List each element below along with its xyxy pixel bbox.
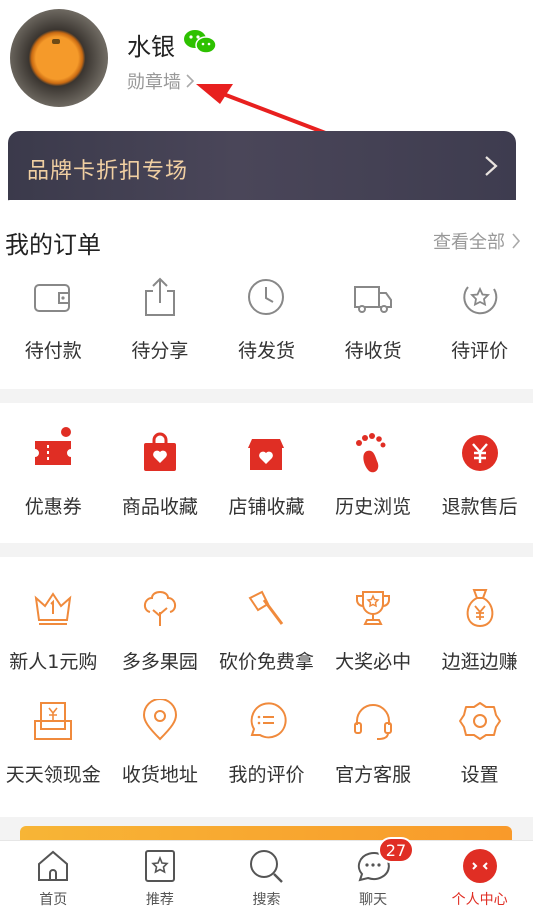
share-icon <box>144 277 175 316</box>
service-customer-support[interactable]: 官方客服 <box>320 699 427 787</box>
clock-icon <box>248 279 285 315</box>
service-label: 砍价免费拿 <box>218 651 314 673</box>
truck-icon <box>354 286 393 313</box>
service-label: 官方客服 <box>335 764 412 786</box>
tab-search[interactable]: 搜索 <box>213 841 320 910</box>
tab-recommend[interactable]: 推荐 <box>107 841 214 910</box>
shortcut-label: 店铺收藏 <box>228 496 305 518</box>
footprint-icon <box>356 433 386 473</box>
profile-icon <box>462 849 497 883</box>
order-pending-receipt[interactable]: 待收货 <box>320 275 427 363</box>
promo-banner[interactable] <box>20 826 512 840</box>
unread-count-badge: 27 <box>377 837 415 863</box>
gear-icon <box>458 702 501 740</box>
search-icon <box>250 850 284 883</box>
divider <box>0 389 533 403</box>
view-all-label: 查看全部 <box>433 232 505 253</box>
chevron-right-icon <box>485 156 498 176</box>
service-orchard[interactable]: 多多果园 <box>107 586 214 674</box>
orders-section: 我的订单 查看全部 待付款 待分享 待发货 待收货 待评价 <box>0 200 533 388</box>
service-label: 边逛边赚 <box>441 651 518 673</box>
avatar[interactable] <box>10 9 108 107</box>
tab-label: 个人中心 <box>451 892 508 908</box>
shortcuts-section: 优惠券 商品收藏 店铺收藏 历史浏览 退款售后 <box>0 403 533 543</box>
tab-profile[interactable]: 个人中心 <box>426 841 533 910</box>
service-newcomer[interactable]: 新人1元购 <box>0 586 107 674</box>
service-label: 天天领现金 <box>5 764 101 786</box>
order-label: 待收货 <box>344 340 402 362</box>
money-bag-icon <box>466 589 494 628</box>
bag-heart-icon <box>143 432 176 471</box>
badge-wall-label: 勋章墙 <box>127 72 181 93</box>
location-pin-icon <box>142 699 177 741</box>
service-my-reviews[interactable]: 我的评价 <box>213 699 320 787</box>
tab-label: 搜索 <box>252 892 281 908</box>
chevron-right-icon <box>186 74 195 88</box>
view-all-orders[interactable]: 查看全部 <box>433 228 521 254</box>
order-pending-payment[interactable]: 待付款 <box>0 275 107 363</box>
shortcut-refund[interactable]: 退款售后 <box>426 431 533 519</box>
tab-label: 聊天 <box>359 892 388 908</box>
order-pending-review[interactable]: 待评价 <box>426 275 533 363</box>
service-label: 新人1元购 <box>9 651 98 673</box>
coupon-icon <box>35 441 72 465</box>
services-section: 新人1元购 多多果园 砍价免费拿 大奖必中 边逛边赚 天天领现金 收货地址 我的… <box>0 557 533 817</box>
order-pending-share[interactable]: 待分享 <box>107 275 214 363</box>
shortcut-history[interactable]: 历史浏览 <box>320 431 427 519</box>
service-browse-earn[interactable]: 边逛边赚 <box>426 586 533 674</box>
shortcut-coupon[interactable]: 优惠券 <box>0 427 107 519</box>
order-label: 待分享 <box>131 340 189 362</box>
service-settings[interactable]: 设置 <box>426 699 533 787</box>
service-label: 设置 <box>460 764 499 786</box>
shortcut-shop-favorites[interactable]: 店铺收藏 <box>213 431 320 519</box>
service-bargain[interactable]: 砍价免费拿 <box>213 586 320 674</box>
tree-icon <box>143 591 176 626</box>
order-pending-shipment[interactable]: 待发货 <box>213 275 320 363</box>
order-label: 待评价 <box>451 340 509 362</box>
tab-chat[interactable]: 27 聊天 <box>320 837 427 910</box>
shop-heart-icon <box>248 439 285 470</box>
service-daily-cash[interactable]: 天天领现金 <box>0 699 107 787</box>
refund-yen-icon <box>461 435 498 471</box>
comment-icon <box>251 702 288 739</box>
recommend-icon <box>144 850 175 882</box>
username: 水银 <box>127 33 175 61</box>
shortcut-goods-favorites[interactable]: 商品收藏 <box>107 431 214 519</box>
service-address[interactable]: 收货地址 <box>107 699 214 787</box>
order-label: 待发货 <box>237 340 295 362</box>
badge-wall-link[interactable]: 勋章墙 <box>127 68 195 94</box>
trophy-icon <box>356 591 391 625</box>
order-label: 待付款 <box>24 340 82 362</box>
brand-card-label: 品牌卡折扣专场 <box>27 159 189 184</box>
tab-label: 推荐 <box>145 892 174 908</box>
new-dot <box>61 427 71 437</box>
shortcut-label: 优惠券 <box>24 496 82 518</box>
tab-label: 首页 <box>39 892 68 908</box>
orders-title: 我的订单 <box>5 231 101 259</box>
headset-icon <box>354 704 393 740</box>
home-icon <box>38 850 69 881</box>
divider <box>0 543 533 557</box>
bottom-tab-bar: 首页 推荐 搜索 27 聊天 个人中心 <box>0 837 533 910</box>
brand-discount-card[interactable]: 品牌卡折扣专场 <box>8 131 516 206</box>
review-star-icon <box>463 286 497 315</box>
axe-icon <box>249 590 284 625</box>
wechat-icon <box>184 30 217 54</box>
service-label: 收货地址 <box>121 764 198 786</box>
shortcut-label: 退款售后 <box>441 496 518 518</box>
chevron-right-icon <box>512 233 521 249</box>
service-label: 大奖必中 <box>335 651 412 673</box>
crown-icon <box>34 592 72 625</box>
tab-home[interactable]: 首页 <box>0 841 107 910</box>
wallet-icon <box>34 284 71 312</box>
shortcut-label: 商品收藏 <box>121 496 198 518</box>
shortcut-label: 历史浏览 <box>335 496 412 518</box>
cash-envelope-icon <box>34 702 73 740</box>
service-label: 多多果园 <box>121 651 198 673</box>
service-label: 我的评价 <box>228 764 305 786</box>
service-grand-prize[interactable]: 大奖必中 <box>320 586 427 674</box>
